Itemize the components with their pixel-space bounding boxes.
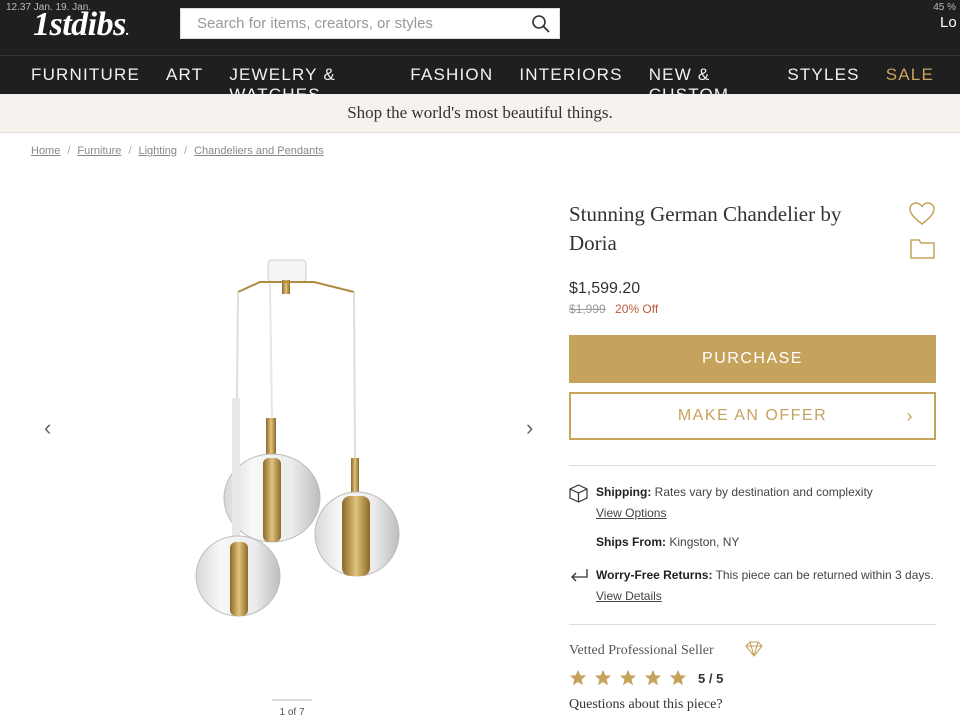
product-info: Stunning German Chandelier by Doria $1,5… (569, 200, 936, 713)
star-icon (644, 669, 662, 686)
returns-label: Worry-Free Returns: (596, 568, 713, 582)
login-link[interactable]: Lo (940, 14, 957, 31)
returns-info: Worry-Free Returns: This piece can be re… (569, 565, 936, 607)
site-header: 12.37 Jan. 19. Jan. 45 % 1stdibs. Lo (0, 0, 960, 55)
gallery-prev-button[interactable]: ‹ (44, 415, 51, 441)
ships-from-label: Ships From: (596, 535, 667, 549)
status-battery: 45 % (933, 2, 956, 13)
search-box (180, 8, 560, 39)
gallery-next-button[interactable]: › (526, 415, 533, 441)
breadcrumb-furniture[interactable]: Furniture (77, 145, 121, 157)
promo-banner: Shop the world's most beautiful things. (0, 94, 960, 133)
divider (569, 624, 936, 625)
star-icon (594, 669, 612, 686)
diamond-icon (745, 641, 763, 657)
questions-heading[interactable]: Questions about this piece? (569, 697, 936, 713)
view-details-link[interactable]: View Details (596, 589, 662, 603)
heart-icon[interactable] (909, 202, 935, 226)
return-arrow-icon (571, 569, 588, 582)
star-icon (669, 669, 687, 686)
site-logo[interactable]: 1stdibs. (33, 6, 129, 44)
banner-text: Shop the world's most beautiful things. (347, 103, 613, 122)
breadcrumb-chandeliers[interactable]: Chandeliers and Pendants (194, 145, 324, 157)
main-nav: FURNITURE ART JEWELRY & WATCHES FASHION … (0, 55, 960, 104)
folder-icon[interactable] (910, 237, 935, 259)
product-title: Stunning German Chandelier by Doria (569, 202, 842, 255)
make-offer-button[interactable]: MAKE AN OFFER › (569, 392, 936, 440)
gallery-page-indicator: 1 of 7 (272, 699, 312, 718)
returns-text: This piece can be returned within 3 days… (712, 568, 934, 582)
ships-from-text: Kingston, NY (666, 535, 740, 549)
rating-value: 5 / 5 (698, 670, 724, 686)
divider (569, 465, 936, 466)
ships-from-info: Ships From: Kingston, NY (569, 532, 936, 553)
vetted-seller: Vetted Professional Seller (569, 641, 936, 659)
shipping-info: Shipping: Rates vary by destination and … (569, 482, 936, 524)
product-gallery: ‹ › 1 of 7 (40, 200, 550, 720)
vetted-seller-label: Vetted Professional Seller (569, 643, 714, 658)
original-price: $1,999 (569, 302, 606, 316)
logo-text: 1stdibs (33, 6, 126, 43)
purchase-button[interactable]: PURCHASE (569, 335, 936, 383)
shipping-label: Shipping: (596, 485, 652, 499)
star-icon (569, 669, 587, 686)
search-input[interactable] (181, 9, 511, 38)
breadcrumb-separator: / (128, 145, 132, 157)
breadcrumb-lighting[interactable]: Lighting (139, 145, 178, 157)
star-icon (619, 669, 637, 686)
product-image[interactable] (190, 258, 410, 628)
breadcrumb-separator: / (184, 145, 188, 157)
make-offer-label: MAKE AN OFFER (677, 407, 828, 424)
logo-dot: . (125, 24, 130, 39)
breadcrumb: Home / Furniture / Lighting / Chandelier… (31, 145, 324, 157)
breadcrumb-home[interactable]: Home (31, 145, 60, 157)
view-options-link[interactable]: View Options (596, 506, 666, 520)
box-icon (569, 484, 588, 503)
discount-badge: 20% Off (615, 302, 659, 316)
shipping-text: Rates vary by destination and complexity (651, 485, 873, 499)
seller-rating: 5 / 5 (569, 669, 936, 687)
chevron-right-icon: › (906, 406, 914, 426)
breadcrumb-separator: / (67, 145, 71, 157)
product-price: $1,599.20 (569, 280, 641, 297)
price-discount-row: $1,999 20% Off (569, 302, 936, 316)
search-icon[interactable] (531, 14, 551, 34)
